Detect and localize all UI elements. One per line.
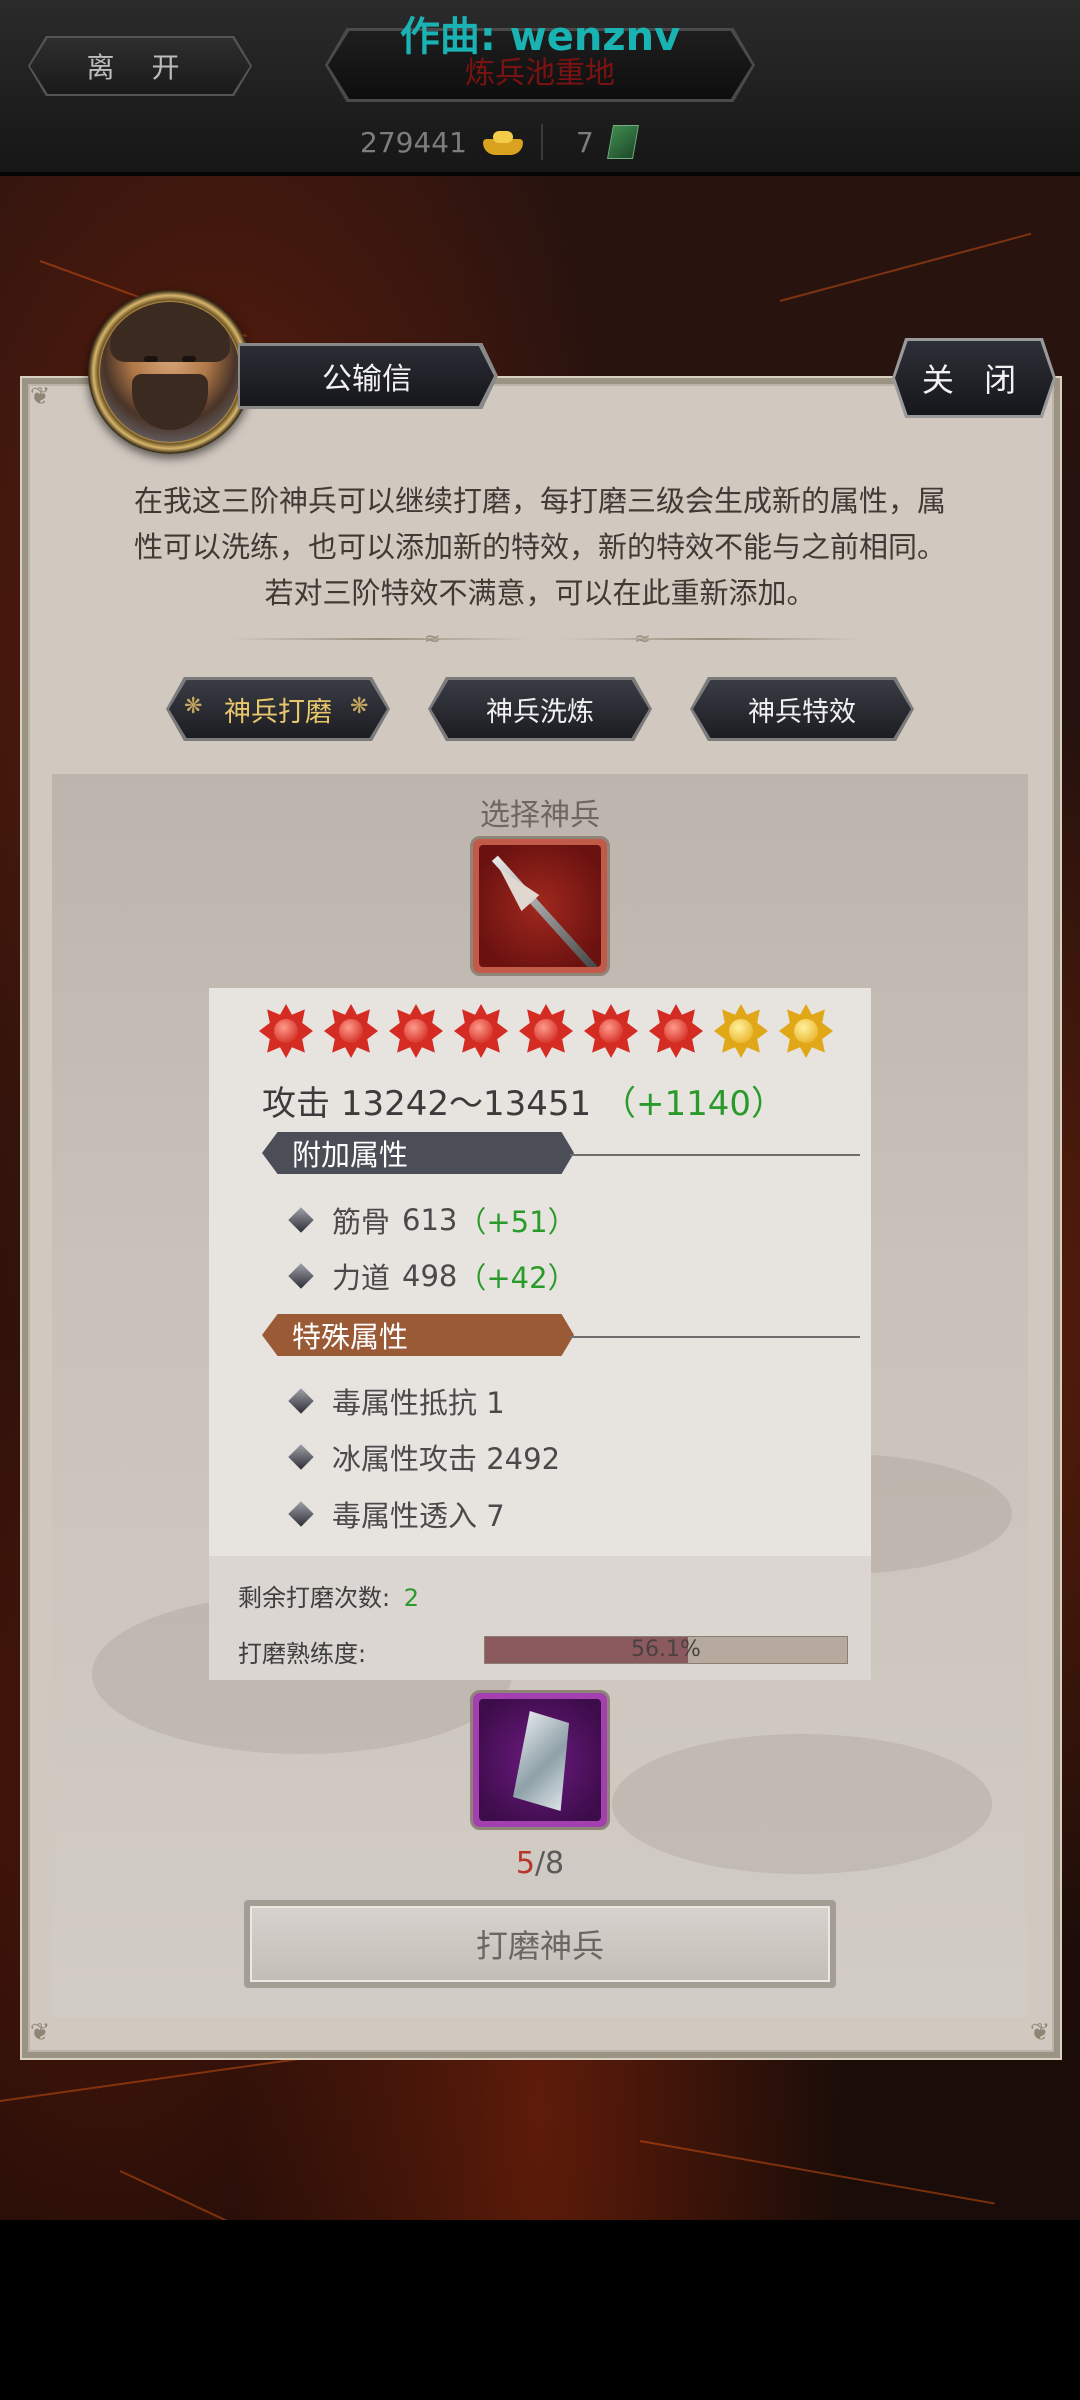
gold-amount: 279441 <box>360 125 467 159</box>
diamond-bullet-icon <box>288 1501 314 1527</box>
red-star-icon <box>649 1004 703 1058</box>
remaining-value: 2 <box>403 1584 420 1612</box>
material-count: 5/8 <box>470 1846 610 1881</box>
material-have: 5 <box>515 1846 535 1881</box>
attribute-value: 498 <box>402 1259 458 1293</box>
diamond-bullet-icon <box>288 1444 314 1470</box>
section-divider <box>570 1336 860 1338</box>
red-star-icon <box>454 1004 508 1058</box>
special-attribute-text: 毒属性抵抗 1 <box>332 1386 505 1420</box>
diamond-bullet-icon <box>288 1263 314 1289</box>
attack-label: 攻击 <box>262 1084 330 1124</box>
close-button[interactable]: 关 闭 <box>895 341 1053 415</box>
remaining-label: 剩余打磨次数: <box>238 1584 391 1612</box>
special-attribute-row: 毒属性抵抗 1 <box>288 1381 505 1421</box>
remaining-polish-count: 剩余打磨次数: 2 <box>238 1578 419 1613</box>
jade-amount: 7 <box>576 125 594 159</box>
attack-range: 13242～13451 <box>340 1084 592 1124</box>
extra-attribute-row: 筋骨 613 （+51） <box>288 1200 577 1240</box>
section-divider <box>570 1154 860 1156</box>
special-attribute-text: 毒属性透入 7 <box>332 1499 505 1533</box>
red-star-icon <box>324 1004 378 1058</box>
tab-active-ornament-icon: ❋ <box>350 694 369 719</box>
weapon-slot[interactable] <box>470 836 610 976</box>
red-star-icon <box>259 1004 313 1058</box>
description-line: 性可以洗练，也可以添加新的特效，新的特效不能与之前相同。 <box>133 530 946 564</box>
select-weapon-label: 选择神兵 <box>480 798 600 833</box>
crystal-stone-icon <box>479 1699 601 1821</box>
material-need: /8 <box>534 1846 565 1881</box>
attribute-bonus: （+42） <box>457 1261 577 1295</box>
gold-star-icon <box>779 1004 833 1058</box>
description-line: 在我这三阶神兵可以继续打磨，每打磨三级会生成新的属性，属 <box>133 484 946 518</box>
star-rating <box>259 1004 833 1058</box>
diamond-bullet-icon <box>288 1207 314 1233</box>
corner-ornament-icon: ❦ <box>29 2018 51 2046</box>
special-attribute-row: 毒属性透入 7 <box>288 1494 505 1534</box>
proficiency-percent: 56.1% <box>631 1637 701 1662</box>
polish-weapon-button[interactable]: 打磨神兵 <box>250 1906 830 1982</box>
special-attribute-row: 冰属性攻击 2492 <box>288 1437 561 1477</box>
divider-ornament <box>230 638 530 640</box>
attack-bonus: （+1140） <box>601 1084 785 1124</box>
watermark: 作曲: wenznv <box>399 14 681 60</box>
attribute-value: 613 <box>402 1203 458 1237</box>
corner-ornament-icon: ❦ <box>29 382 51 410</box>
spear-icon <box>479 845 601 967</box>
material-slot[interactable] <box>470 1690 610 1830</box>
attribute-bonus: （+51） <box>457 1205 577 1239</box>
npc-description: 在我这三阶神兵可以继续打磨，每打磨三级会生成新的属性，属 性可以洗练，也可以添加… <box>80 478 1000 616</box>
tab-active-ornament-icon: ❋ <box>184 694 203 719</box>
red-star-icon <box>519 1004 573 1058</box>
swirl-ornament-icon: ≈ <box>424 626 441 650</box>
extra-attribute-row: 力道 498 （+42） <box>288 1256 577 1296</box>
diamond-bullet-icon <box>288 1388 314 1414</box>
description-line: 若对三阶特效不满意，可以在此重新添加。 <box>264 576 816 610</box>
extra-attributes-header: 附加属性 <box>262 1132 574 1174</box>
jade-currency: 7 <box>576 118 639 166</box>
currency-divider <box>541 124 543 160</box>
attribute-name: 力道 <box>332 1261 391 1295</box>
corner-ornament-icon: ❦ <box>1029 2018 1051 2046</box>
gold-currency: 279441 <box>360 118 523 166</box>
npc-name: 公输信 <box>240 346 494 406</box>
proficiency-bar: 56.1% <box>484 1636 848 1664</box>
attack-stat: 攻击 13242～13451 （+1140） <box>262 1076 785 1125</box>
tab-refine[interactable]: 神兵洗炼 <box>431 680 649 738</box>
special-attribute-text: 冰属性攻击 2492 <box>332 1442 561 1476</box>
red-star-icon <box>584 1004 638 1058</box>
gold-star-icon <box>714 1004 768 1058</box>
special-attributes-header: 特殊属性 <box>262 1314 574 1356</box>
attribute-name: 筋骨 <box>332 1205 391 1239</box>
tab-effect[interactable]: 神兵特效 <box>693 680 911 738</box>
jade-token-icon <box>606 125 639 159</box>
divider-ornament <box>560 638 860 640</box>
red-star-icon <box>389 1004 443 1058</box>
npc-avatar <box>100 302 240 442</box>
gold-ingot-icon <box>482 129 523 155</box>
proficiency-label: 打磨熟练度: <box>238 1640 367 1668</box>
